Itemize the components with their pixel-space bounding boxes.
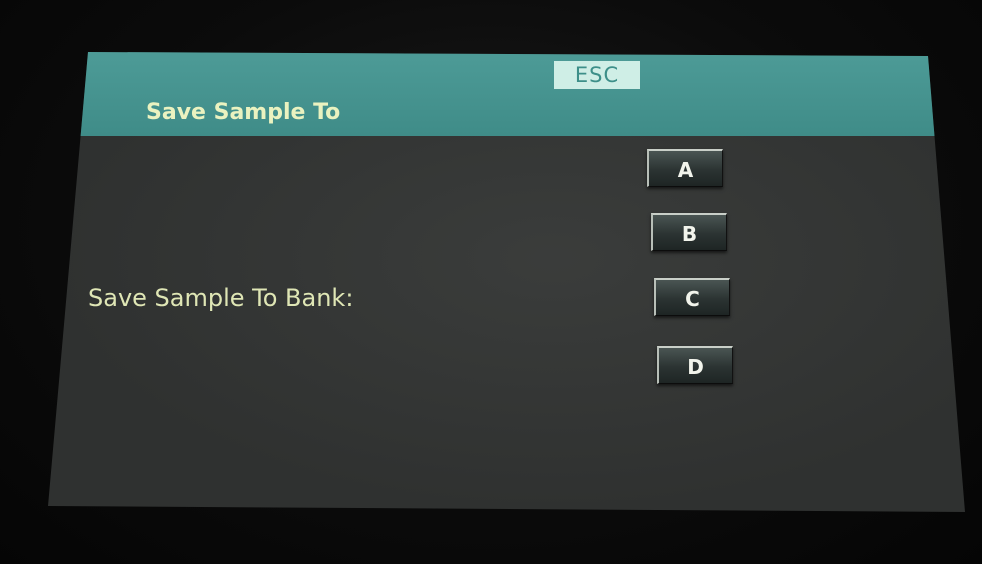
bank-d-button[interactable]: D (657, 346, 733, 384)
header-bar: ESC Save Sample To (48, 52, 965, 136)
bank-prompt-label: Save Sample To Bank: (88, 284, 354, 312)
bank-b-button[interactable]: B (651, 213, 727, 251)
page-title: Save Sample To (146, 100, 341, 125)
esc-button[interactable]: ESC (554, 61, 640, 89)
bank-a-button[interactable]: A (647, 149, 723, 187)
display-screen: ESC Save Sample To Save Sample To Bank: … (48, 52, 965, 512)
bank-c-button[interactable]: C (654, 278, 730, 316)
device-frame: ESC Save Sample To Save Sample To Bank: … (0, 0, 982, 564)
